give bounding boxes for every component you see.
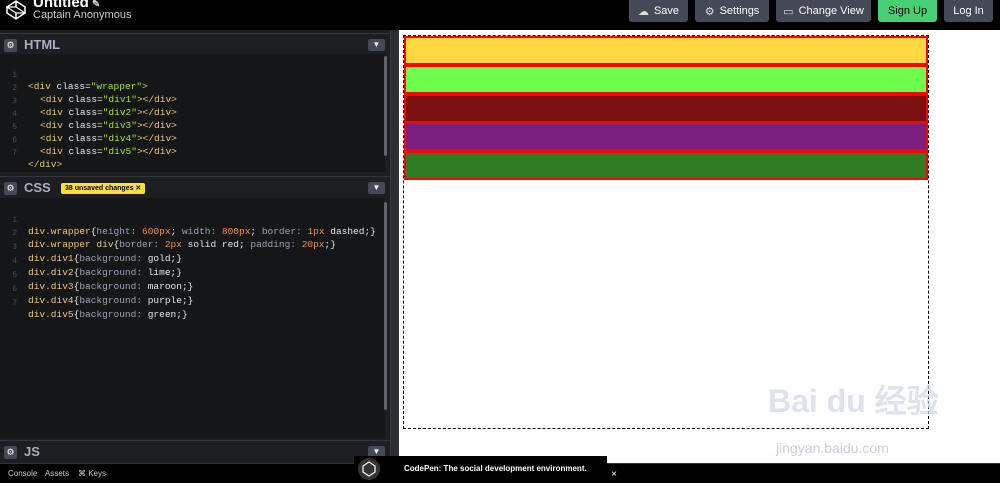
settings-label: Settings [719, 5, 760, 17]
editor-resize-handle[interactable] [390, 30, 399, 463]
code-line: 5 div.div3{background: maroon;} [0, 258, 380, 292]
save-button[interactable]: ☁ Save [629, 0, 688, 22]
change-view-label: Change View [798, 5, 864, 17]
code-line: 7 div.div5{background: green;} [0, 286, 380, 320]
code-line: 3 <div class="div2"></div> [0, 84, 380, 118]
log-in-label: Log In [953, 5, 984, 17]
code-line: 2 div.wrapper div{border: 2px solid red;… [0, 216, 380, 250]
preview-div1 [404, 36, 928, 65]
keys-button[interactable]: ⌘ Keys [78, 466, 106, 482]
toast-message: CodePen: The social development environm… [404, 464, 587, 473]
baidu-watermark-logo: Bai du 经验 [768, 383, 939, 419]
line-number: 7 [12, 149, 17, 158]
codepen-logo-icon[interactable] [6, 0, 26, 20]
settings-button[interactable]: ⚙ Settings [695, 0, 769, 22]
js-editor-title: JS [24, 444, 40, 459]
code-line: 1 div.wrapper{height: 600px; width: 800p… [0, 203, 380, 237]
js-editor-header: ⚙ JS ▼ [0, 440, 390, 462]
code-line: 2 <div class="div1"></div> [0, 71, 380, 105]
console-button[interactable]: Console [8, 466, 37, 482]
log-in-button[interactable]: Log In [944, 0, 993, 22]
sign-up-label: Sign Up [887, 5, 928, 17]
code-line: 6 div.div4{background: purple;} [0, 272, 380, 306]
change-view-button[interactable]: ▭ Change View [776, 0, 871, 22]
codepen-badge-icon [358, 458, 380, 480]
layout-icon: ▭ [783, 5, 794, 18]
css-editor-title: CSS [24, 180, 51, 195]
code-line: 4 <div class="div3"></div> [0, 97, 380, 131]
top-bar: Untitled ✎ Captain Anonymous ☁ Save ⚙ Set… [0, 0, 1000, 30]
css-scrollbar[interactable] [384, 202, 387, 410]
preview-div2 [404, 65, 928, 94]
html-editor-header: ⚙ HTML ▼ [0, 33, 390, 55]
css-collapse-chevron-icon[interactable]: ▼ [368, 182, 385, 194]
js-settings-icon[interactable]: ⚙ [4, 446, 17, 459]
code-line: 6 <div class="div5"></div> [0, 123, 380, 157]
code-line: 4 div.div2{background: lime;} [0, 244, 380, 278]
html-scrollbar[interactable] [384, 56, 387, 156]
code-text: </div> [28, 159, 63, 170]
code-line: 7 </div> [0, 136, 380, 170]
code-text: div.div5{background: green;} [28, 309, 188, 320]
preview-div4 [404, 122, 928, 151]
code-line: 1 <div class="wrapper"> [0, 58, 380, 92]
code-line: 3 div.div1{background: gold;} [0, 230, 380, 264]
line-number: 7 [12, 299, 17, 308]
css-code-area[interactable]: 1 div.wrapper{height: 600px; width: 800p… [0, 198, 387, 438]
baidu-watermark-url: jingyan.baidu.com [776, 440, 889, 456]
toast-close-icon[interactable]: × [608, 469, 620, 481]
sign-up-button[interactable]: Sign Up [878, 0, 937, 22]
preview-div3 [404, 94, 928, 123]
html-code-area[interactable]: 1 <div class="wrapper"> 2 <div class="di… [0, 54, 387, 172]
html-collapse-chevron-icon[interactable]: ▼ [368, 39, 385, 51]
html-editor-title: HTML [24, 37, 61, 52]
editor-column: ⚙ HTML ▼ 1 <div class="wrapper"> 2 <div … [0, 30, 390, 463]
project-owner: Captain Anonymous [33, 9, 132, 21]
cloud-icon: ☁ [637, 5, 649, 18]
save-label: Save [653, 5, 680, 17]
unsaved-badge-text: 38 unsaved changes [65, 185, 134, 192]
css-settings-icon[interactable]: ⚙ [4, 182, 17, 195]
assets-button[interactable]: Assets [45, 466, 69, 482]
gear-icon: ⚙ [704, 5, 715, 18]
css-editor-header: ⚙ CSS 38 unsaved changes ✕ ▼ [0, 176, 390, 198]
unsaved-changes-badge[interactable]: 38 unsaved changes ✕ [61, 183, 146, 194]
code-line: 5 <div class="div4"></div> [0, 110, 380, 144]
preview-div5 [404, 151, 928, 180]
html-settings-icon[interactable]: ⚙ [4, 39, 17, 52]
codepen-toast: CodePen: The social development environm… [354, 456, 607, 483]
preview-wrapper [403, 35, 929, 429]
